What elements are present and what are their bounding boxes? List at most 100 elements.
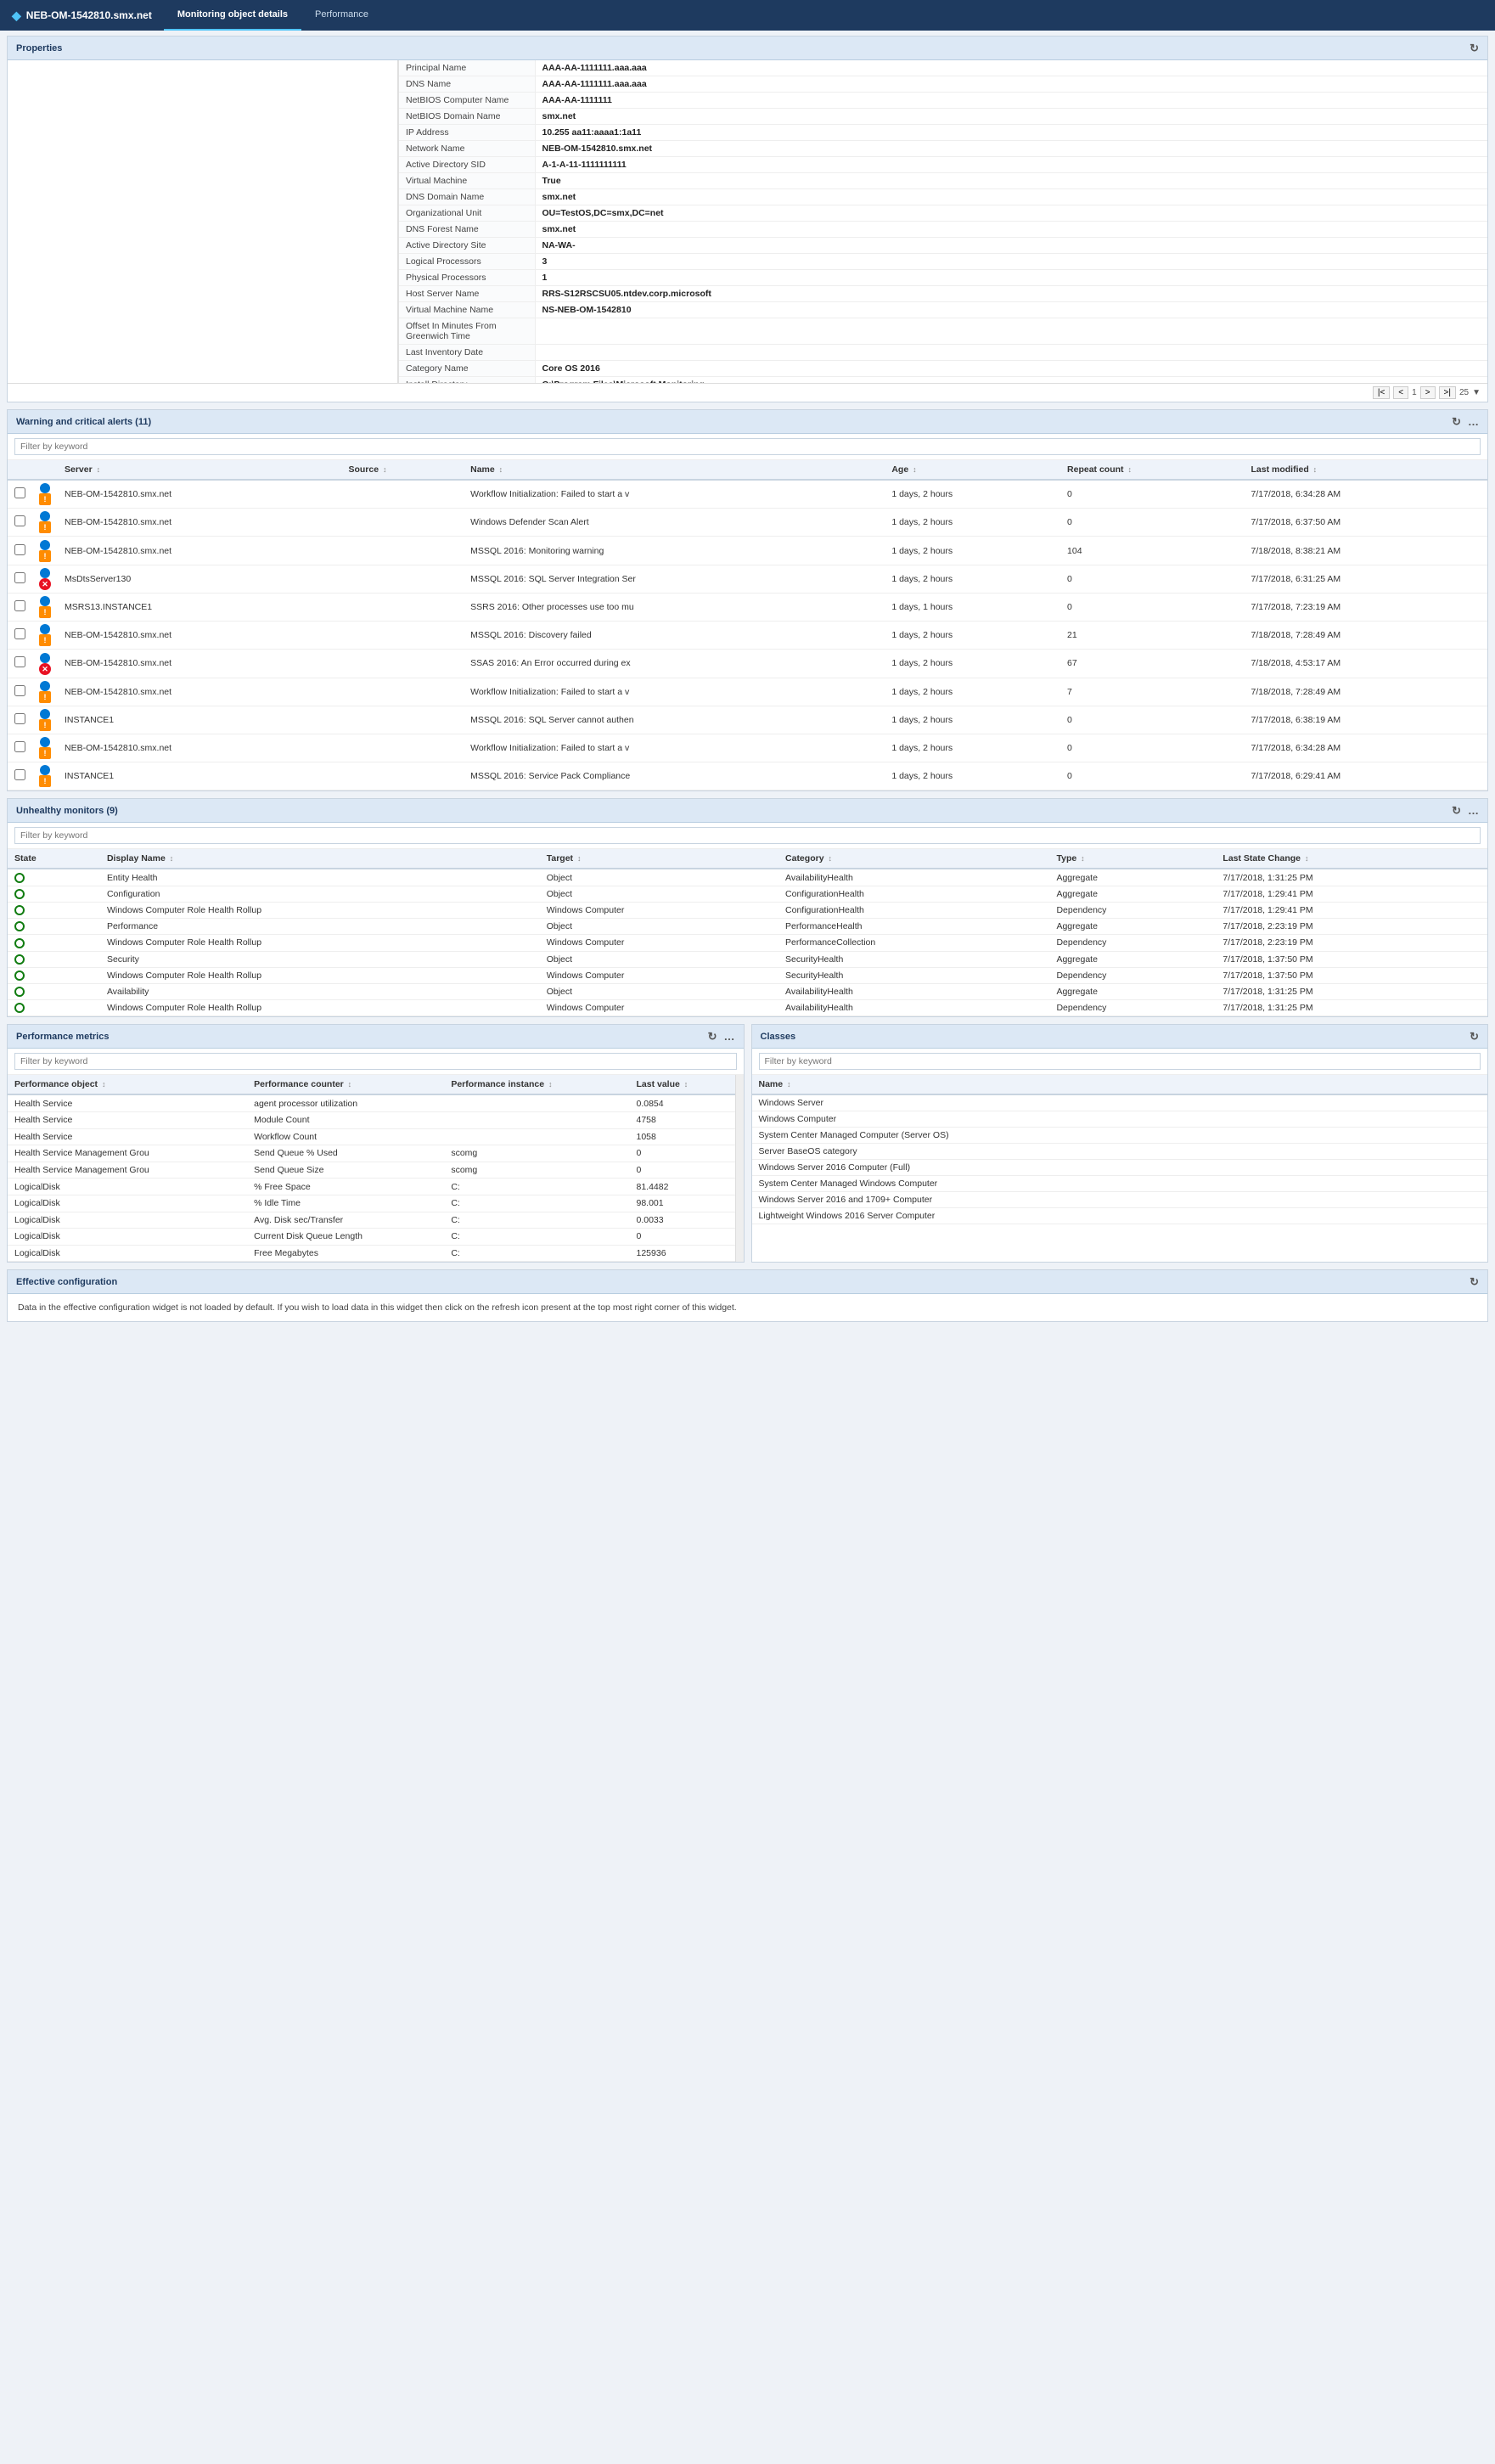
alerts-refresh-icon[interactable]: ↻: [1452, 415, 1461, 429]
properties-refresh-icon[interactable]: ↻: [1470, 42, 1479, 55]
perf-row[interactable]: Health Service agent processor utilizati…: [8, 1094, 735, 1111]
properties-table-wrapper[interactable]: Principal Name AAA-AA-1111111.aaa.aaa DN…: [398, 60, 1487, 383]
property-value: Core OS 2016: [535, 361, 1487, 377]
alert-row[interactable]: ! MSRS13.INSTANCE1 SSRS 2016: Other proc…: [8, 593, 1487, 621]
alerts-filter-input[interactable]: [14, 438, 1481, 455]
unhealthy-row[interactable]: Configuration Object ConfigurationHealth…: [8, 886, 1487, 902]
alerts-col-modified: Last modified ↕: [1244, 460, 1487, 480]
class-name: Lightweight Windows 2016 Server Computer: [752, 1208, 1488, 1224]
alert-row[interactable]: ! NEB-OM-1542810.smx.net MSSQL 2016: Mon…: [8, 537, 1487, 565]
alert-row[interactable]: ! NEB-OM-1542810.smx.net MSSQL 2016: Dis…: [8, 622, 1487, 650]
perf-row[interactable]: LogicalDisk % Free Space C: 81.4482: [8, 1179, 735, 1195]
unhealthy-row[interactable]: Windows Computer Role Health Rollup Wind…: [8, 1000, 1487, 1016]
unhealthy-row[interactable]: Entity Health Object AvailabilityHealth …: [8, 869, 1487, 886]
performance-panel-header: Performance metrics ↻ …: [8, 1025, 744, 1049]
alert-server: NEB-OM-1542810.smx.net: [58, 650, 341, 678]
class-row[interactable]: Windows Server 2016 Computer (Full): [752, 1160, 1488, 1176]
class-row[interactable]: Windows Server 2016 and 1709+ Computer: [752, 1192, 1488, 1208]
alert-row[interactable]: ✕ MsDtsServer130 MSSQL 2016: SQL Server …: [8, 565, 1487, 593]
alert-row[interactable]: ! NEB-OM-1542810.smx.net Windows Defende…: [8, 509, 1487, 537]
page-next-button[interactable]: >: [1420, 386, 1436, 399]
class-row[interactable]: Server BaseOS category: [752, 1144, 1488, 1160]
alert-checkbox[interactable]: [14, 713, 25, 724]
effective-config-refresh-icon[interactable]: ↻: [1470, 1275, 1479, 1289]
alert-checkbox[interactable]: [14, 572, 25, 583]
class-row[interactable]: Lightweight Windows 2016 Server Computer: [752, 1208, 1488, 1224]
perf-obj: Health Service: [8, 1094, 247, 1111]
classes-refresh-icon[interactable]: ↻: [1470, 1030, 1479, 1044]
perf-row[interactable]: LogicalDisk Current Disk Queue Length C:…: [8, 1229, 735, 1246]
perf-scrollbar[interactable]: [735, 1075, 744, 1262]
class-row[interactable]: System Center Managed Computer (Server O…: [752, 1128, 1488, 1144]
performance-filter-input[interactable]: [14, 1053, 737, 1070]
alert-checkbox[interactable]: [14, 628, 25, 639]
alert-row[interactable]: ! INSTANCE1 MSSQL 2016: Service Pack Com…: [8, 762, 1487, 790]
unhealthy-filter-input[interactable]: [14, 827, 1481, 844]
unhealthy-row[interactable]: Availability Object AvailabilityHealth A…: [8, 983, 1487, 999]
alert-row[interactable]: ! INSTANCE1 MSSQL 2016: SQL Server canno…: [8, 706, 1487, 734]
alert-checkbox[interactable]: [14, 741, 25, 752]
alert-checkbox[interactable]: [14, 769, 25, 780]
alert-row[interactable]: ! NEB-OM-1542810.smx.net Workflow Initia…: [8, 734, 1487, 762]
page-prev-button[interactable]: <: [1393, 386, 1408, 399]
property-row: Host Server Name RRS-S12RSCSU05.ntdev.co…: [399, 286, 1487, 302]
perf-row[interactable]: Health Service Module Count 4758: [8, 1111, 735, 1128]
unhealthy-row[interactable]: Windows Computer Role Health Rollup Wind…: [8, 967, 1487, 983]
alert-checkbox[interactable]: [14, 487, 25, 498]
unhealthy-type: Aggregate: [1049, 886, 1216, 902]
performance-refresh-icon[interactable]: ↻: [708, 1030, 717, 1044]
alert-row[interactable]: ! NEB-OM-1542810.smx.net Workflow Initia…: [8, 678, 1487, 706]
property-key: Network Name: [399, 141, 535, 157]
page-last-button[interactable]: >|: [1439, 386, 1456, 399]
property-value: 10.255 aa11:aaaa1:1a11: [535, 125, 1487, 141]
alert-checkbox[interactable]: [14, 544, 25, 555]
alerts-more-icon[interactable]: …: [1468, 415, 1479, 428]
perf-row[interactable]: LogicalDisk % Idle Time C: 98.001: [8, 1195, 735, 1212]
alert-checkbox[interactable]: [14, 685, 25, 696]
class-row[interactable]: Windows Computer: [752, 1111, 1488, 1128]
perf-counter: Workflow Count: [247, 1128, 444, 1145]
perf-row[interactable]: LogicalDisk Avg. Disk sec/Transfer C: 0.…: [8, 1212, 735, 1229]
class-row[interactable]: System Center Managed Windows Computer: [752, 1176, 1488, 1192]
unhealthy-row[interactable]: Security Object SecurityHealth Aggregate…: [8, 951, 1487, 967]
unhealthy-row[interactable]: Performance Object PerformanceHealth Agg…: [8, 919, 1487, 935]
unhealthy-row[interactable]: Windows Computer Role Health Rollup Wind…: [8, 902, 1487, 918]
warning-icon: !: [39, 747, 51, 759]
unhealthy-category: AvailabilityHealth: [778, 983, 1049, 999]
alert-checkbox[interactable]: [14, 600, 25, 611]
alert-checkbox[interactable]: [14, 515, 25, 526]
perf-row[interactable]: Health Service Management Grou Send Queu…: [8, 1145, 735, 1162]
alert-row[interactable]: ! NEB-OM-1542810.smx.net Workflow Initia…: [8, 480, 1487, 509]
unhealthy-category: SecurityHealth: [778, 967, 1049, 983]
tab-performance[interactable]: Performance: [301, 0, 382, 31]
unhealthy-panel: Unhealthy monitors (9) ↻ … State Display…: [7, 798, 1488, 1017]
alert-age: 1 days, 2 hours: [885, 762, 1060, 790]
alert-checkbox[interactable]: [14, 656, 25, 667]
perf-value: 81.4482: [630, 1179, 735, 1195]
perf-obj: LogicalDisk: [8, 1245, 247, 1262]
property-value: 1: [535, 270, 1487, 286]
alert-modified: 7/18/2018, 7:28:49 AM: [1244, 622, 1487, 650]
performance-more-icon[interactable]: …: [724, 1030, 735, 1043]
perf-instance: C:: [444, 1195, 629, 1212]
unhealthy-more-icon[interactable]: …: [1468, 804, 1479, 817]
perf-row[interactable]: Health Service Management Grou Send Queu…: [8, 1162, 735, 1179]
class-row[interactable]: Windows Server: [752, 1094, 1488, 1111]
alert-modified: 7/17/2018, 6:37:50 AM: [1244, 509, 1487, 537]
unhealthy-row[interactable]: Windows Computer Role Health Rollup Wind…: [8, 935, 1487, 951]
performance-title: Performance metrics: [16, 1032, 109, 1042]
alert-row[interactable]: ✕ NEB-OM-1542810.smx.net SSAS 2016: An E…: [8, 650, 1487, 678]
perf-row[interactable]: Health Service Workflow Count 1058: [8, 1128, 735, 1145]
app-title: ◆ NEB-OM-1542810.smx.net: [8, 8, 164, 23]
alert-repeat: 0: [1060, 734, 1244, 762]
classes-filter-input[interactable]: [759, 1053, 1481, 1070]
tab-monitoring[interactable]: Monitoring object details: [164, 0, 301, 31]
alert-checkbox-cell: [8, 650, 32, 678]
unhealthy-refresh-icon[interactable]: ↻: [1452, 804, 1461, 818]
performance-table-wrapper[interactable]: Performance object ↕ Performance counter…: [8, 1075, 744, 1262]
perf-instance: C:: [444, 1245, 629, 1262]
perf-obj: LogicalDisk: [8, 1229, 247, 1246]
perf-row[interactable]: LogicalDisk Free Megabytes C: 125936: [8, 1245, 735, 1262]
page-first-button[interactable]: |<: [1373, 386, 1390, 399]
alert-checkbox-cell: [8, 480, 32, 509]
